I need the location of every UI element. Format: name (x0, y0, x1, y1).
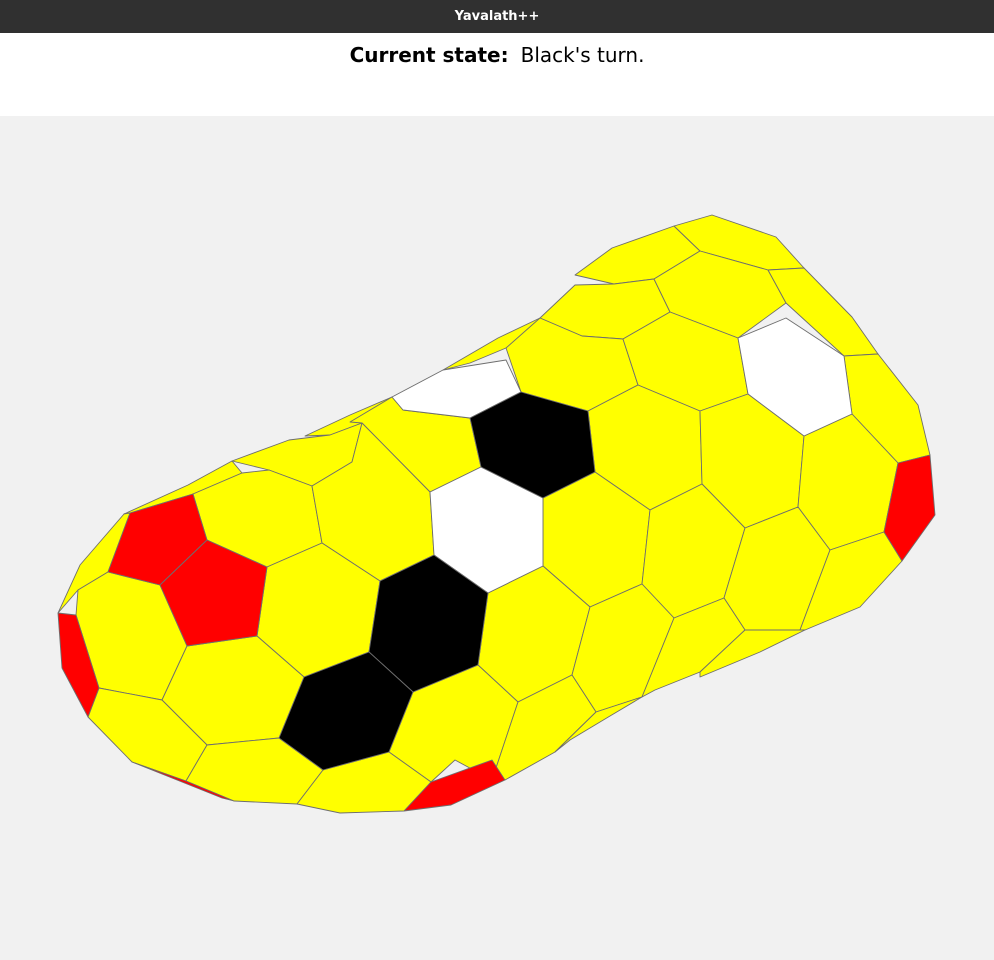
game-board (57, 214, 936, 814)
